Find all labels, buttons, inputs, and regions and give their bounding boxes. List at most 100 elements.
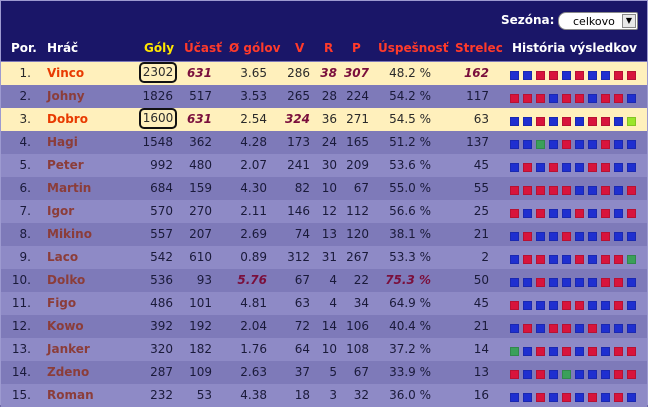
table-row[interactable]: 9. Laco 542 610 0.89 312 31 267 53.3 % 2 xyxy=(1,246,647,269)
player-name-link[interactable]: Peter xyxy=(47,158,84,172)
col-success[interactable]: Úspešnosť xyxy=(378,41,448,55)
result-square xyxy=(627,163,636,172)
result-square xyxy=(562,232,571,241)
result-square xyxy=(575,117,584,126)
result-square xyxy=(614,301,623,310)
player-name-link[interactable]: Johny xyxy=(47,89,85,103)
result-square xyxy=(523,393,532,402)
success-cell: 54.2 % xyxy=(389,89,431,103)
table-row[interactable]: 3. Dobro 1600 631 2.54 324 36 271 54.5 % 63 xyxy=(1,108,647,131)
result-square xyxy=(588,347,597,356)
matches-cell: 192 xyxy=(189,319,212,333)
losses-cell: 32 xyxy=(353,388,369,402)
col-player[interactable]: Hráč xyxy=(47,41,78,55)
player-name-link[interactable]: Roman xyxy=(47,388,94,402)
col-matches[interactable]: Účasť xyxy=(184,41,222,55)
season-select-value: celkovo xyxy=(573,15,615,28)
chevron-down-icon[interactable]: ▼ xyxy=(622,14,636,28)
table-row[interactable]: 13. Janker 320 182 1.76 64 10 108 37.2 % 14 xyxy=(1,338,647,361)
table-row[interactable]: 15. Roman 232 53 4.38 18 3 32 36.0 % 16 xyxy=(1,384,647,407)
result-square xyxy=(536,94,545,103)
result-square xyxy=(562,301,571,310)
wins-cell: 82 xyxy=(294,181,310,195)
result-square xyxy=(523,186,532,195)
losses-cell: 34 xyxy=(353,296,369,310)
player-name-link[interactable]: Zdeno xyxy=(47,365,89,379)
result-square xyxy=(510,393,519,402)
player-name-link[interactable]: Martin xyxy=(47,181,91,195)
player-name-link[interactable]: Kowo xyxy=(47,319,84,333)
col-history: História výsledkov xyxy=(512,41,637,55)
result-square xyxy=(601,163,610,172)
avg-goals-cell: 2.11 xyxy=(240,204,267,218)
player-name-link[interactable]: Igor xyxy=(47,204,74,218)
result-square xyxy=(588,393,597,402)
goals-cell: 2302 xyxy=(139,62,177,83)
rank-cell: 9. xyxy=(19,250,31,264)
result-square xyxy=(549,209,558,218)
draws-cell: 31 xyxy=(321,250,337,264)
draws-cell: 5 xyxy=(329,365,337,379)
col-draws[interactable]: R xyxy=(324,41,333,55)
player-name-link[interactable]: Hagi xyxy=(47,135,78,149)
table-row[interactable]: 2. Johny 1826 517 3.53 265 28 224 54.2 % 117 xyxy=(1,85,647,108)
player-name-link[interactable]: Janker xyxy=(47,342,90,356)
col-avg-goals[interactable]: Ø gólov xyxy=(229,41,280,55)
result-history xyxy=(510,230,640,241)
wins-cell: 173 xyxy=(287,135,310,149)
player-name-link[interactable]: Mikino xyxy=(47,227,92,241)
draws-cell: 36 xyxy=(321,112,337,126)
col-wins[interactable]: V xyxy=(295,41,304,55)
result-square xyxy=(601,324,610,333)
table-row[interactable]: 6. Martin 684 159 4.30 82 10 67 55.0 % 55 xyxy=(1,177,647,200)
result-square xyxy=(523,347,532,356)
result-square xyxy=(549,255,558,264)
season-select[interactable]: celkovo ▼ xyxy=(558,12,638,30)
table-row[interactable]: 1. Vinco 2302 631 3.65 286 38 307 48.2 % 162 xyxy=(1,62,647,85)
result-square xyxy=(601,232,610,241)
result-square xyxy=(523,163,532,172)
col-scorer[interactable]: Strelec xyxy=(455,41,503,55)
goals-cell: 486 xyxy=(150,296,173,310)
rank-cell: 4. xyxy=(19,135,31,149)
col-losses[interactable]: P xyxy=(352,41,361,55)
wins-cell: 324 xyxy=(284,112,310,126)
result-square xyxy=(627,232,636,241)
matches-cell: 93 xyxy=(196,273,212,287)
result-square xyxy=(536,163,545,172)
table-row[interactable]: 8. Mikino 557 207 2.69 74 13 120 38.1 % 21 xyxy=(1,223,647,246)
scorer-cell: 55 xyxy=(473,181,489,195)
player-name-link[interactable]: Laco xyxy=(47,250,78,264)
wins-cell: 286 xyxy=(287,66,310,80)
losses-cell: 209 xyxy=(346,158,369,172)
player-name-link[interactable]: Figo xyxy=(47,296,76,310)
table-row[interactable]: 7. Igor 570 270 2.11 146 12 112 56.6 % 25 xyxy=(1,200,647,223)
rank-cell: 15. xyxy=(11,388,31,402)
result-square xyxy=(614,94,623,103)
result-square xyxy=(601,71,610,80)
rank-cell: 8. xyxy=(19,227,31,241)
result-square xyxy=(536,370,545,379)
col-rank[interactable]: Por. xyxy=(11,41,37,55)
table-row[interactable]: 5. Peter 992 480 2.07 241 30 209 53.6 % 45 xyxy=(1,154,647,177)
player-name-link[interactable]: Vinco xyxy=(47,66,84,80)
scorer-cell: 50 xyxy=(473,273,489,287)
success-cell: 38.1 % xyxy=(389,227,431,241)
table-row[interactable]: 12. Kowo 392 192 2.04 72 14 106 40.4 % 21 xyxy=(1,315,647,338)
result-square xyxy=(562,71,571,80)
table-row[interactable]: 4. Hagi 1548 362 4.28 173 24 165 51.2 % 137 xyxy=(1,131,647,154)
player-name-link[interactable]: Dobro xyxy=(47,112,88,126)
table-row[interactable]: 11. Figo 486 101 4.81 63 4 34 64.9 % 45 xyxy=(1,292,647,315)
player-name-link[interactable]: Dolko xyxy=(47,273,85,287)
result-square xyxy=(562,94,571,103)
col-goals[interactable]: Góly xyxy=(144,41,174,55)
table-row[interactable]: 10. Dolko 536 93 5.76 67 4 22 75.3 % 50 xyxy=(1,269,647,292)
result-square xyxy=(536,232,545,241)
scorer-cell: 25 xyxy=(473,204,489,218)
result-square xyxy=(627,301,636,310)
result-square xyxy=(575,324,584,333)
draws-cell: 10 xyxy=(321,181,337,195)
losses-cell: 112 xyxy=(346,204,369,218)
success-cell: 56.6 % xyxy=(389,204,431,218)
table-row[interactable]: 14. Zdeno 287 109 2.63 37 5 67 33.9 % 13 xyxy=(1,361,647,384)
